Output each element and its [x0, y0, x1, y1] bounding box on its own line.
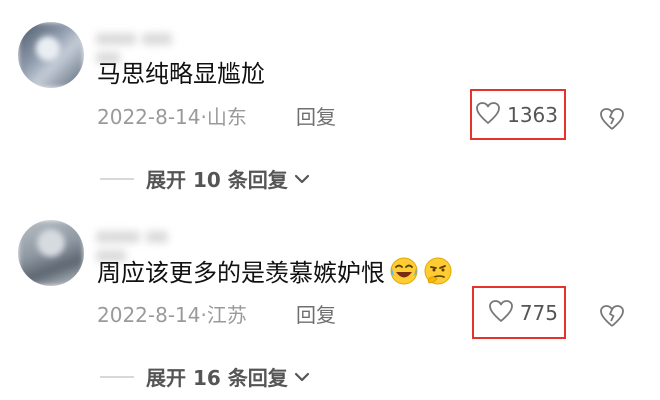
expand-replies-button[interactable]: 展开 16 条回复: [100, 362, 310, 391]
comment-meta: 2022-8-14·江苏: [97, 302, 247, 328]
laughing-crying-emoji-icon: [389, 256, 419, 286]
username-blurred: [96, 228, 206, 262]
chevron-down-icon: [294, 371, 310, 383]
smirk-thinking-emoji-icon: [423, 256, 453, 286]
avatar[interactable]: [18, 220, 84, 286]
comment-2: 周应该更多的是羡慕嫉妒恨 2022-8-14·江苏 回复 775 展开 16 条…: [0, 0, 660, 400]
heart-icon: [488, 299, 514, 327]
comment-location: 江苏: [206, 303, 247, 327]
comment-text: 周应该更多的是羡慕嫉妒恨: [97, 256, 453, 289]
divider-line: [100, 375, 134, 378]
comment-text-body: 周应该更多的是羡慕嫉妒恨: [97, 259, 385, 287]
reply-button[interactable]: 回复: [296, 302, 336, 328]
comment-date: 2022-8-14: [97, 303, 201, 327]
broken-heart-icon[interactable]: [598, 303, 626, 329]
like-button[interactable]: 775: [472, 286, 566, 339]
like-count: 775: [519, 300, 558, 325]
expand-replies-label: 展开 16 条回复: [146, 366, 288, 390]
